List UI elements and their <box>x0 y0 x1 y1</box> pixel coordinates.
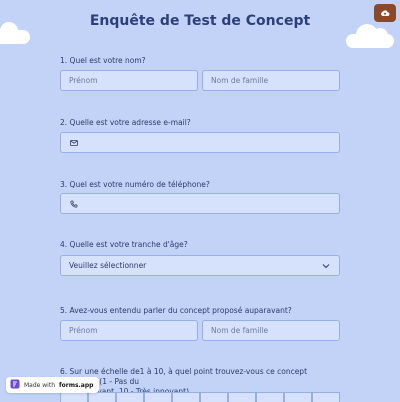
rating-option[interactable] <box>144 392 172 402</box>
question-label: 5. Avez-vous entendu parler du concept p… <box>60 306 292 315</box>
last-name-input[interactable]: Nom de famille <box>202 70 340 91</box>
page-title: Enquête de Test de Concept <box>89 13 311 29</box>
cloud-decoration-left <box>0 22 30 44</box>
rating-option[interactable] <box>284 392 312 402</box>
email-field[interactable] <box>60 132 340 153</box>
question-name: 1. Quel est votre nom? <box>60 56 340 66</box>
question-heard-before: 5. Avez-vous entendu parler du concept p… <box>60 306 340 316</box>
rating-option[interactable] <box>60 392 88 402</box>
rating-option[interactable] <box>200 392 228 402</box>
rating-option[interactable] <box>88 392 116 402</box>
email-icon <box>69 138 79 148</box>
last-name-placeholder: Nom de famille <box>211 326 269 335</box>
chevron-down-icon <box>321 261 331 271</box>
forms-app-logo-icon <box>10 379 20 391</box>
phone-icon <box>69 199 79 209</box>
brand-name: forms.app <box>59 381 94 389</box>
question-label: 3. Quel est votre numéro de téléphone? <box>60 180 210 189</box>
last-name-input-2[interactable]: Nom de famille <box>202 320 340 341</box>
question-label: 4. Quelle est votre tranche d'âge? <box>60 240 188 249</box>
rating-option[interactable] <box>256 392 284 402</box>
question-email: 2. Quelle est votre adresse e-mail? <box>60 118 340 128</box>
rating-option[interactable] <box>312 392 340 402</box>
rating-option[interactable] <box>172 392 200 402</box>
first-name-placeholder: Prénom <box>69 326 98 335</box>
question-age-range: 4. Quelle est votre tranche d'âge? <box>60 240 340 250</box>
question-phone: 3. Quel est votre numéro de téléphone? <box>60 180 340 190</box>
first-name-input[interactable]: Prénom <box>60 70 198 91</box>
age-range-select[interactable]: Veuillez sélectionner <box>60 255 340 276</box>
rating-option[interactable] <box>228 392 256 402</box>
select-value: Veuillez sélectionner <box>69 261 147 270</box>
made-with-text: Made with <box>24 381 55 389</box>
cloud-decoration-right <box>346 24 394 48</box>
made-with-badge[interactable]: Made with forms.app <box>6 377 100 393</box>
rating-scale <box>60 392 340 402</box>
first-name-input-2[interactable]: Prénom <box>60 320 198 341</box>
last-name-placeholder: Nom de famille <box>211 76 269 85</box>
question-label: 2. Quelle est votre adresse e-mail? <box>60 118 191 127</box>
question-label: 6. Sur une échelle de1 à 10, à quel poin… <box>60 367 308 386</box>
question-label: 1. Quel est votre nom? <box>60 56 146 65</box>
phone-field[interactable] <box>60 193 340 214</box>
rating-option[interactable] <box>116 392 144 402</box>
first-name-placeholder: Prénom <box>69 76 98 85</box>
